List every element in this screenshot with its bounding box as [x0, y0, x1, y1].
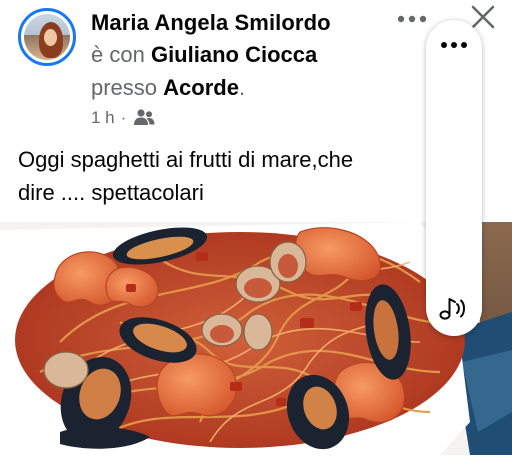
- music-note-sound-icon: [437, 294, 471, 327]
- floating-control-pill: [426, 20, 482, 336]
- location-line: presso Acorde.: [91, 75, 245, 101]
- meta-separator: ·: [120, 108, 127, 127]
- tagged-person-link[interactable]: Giuliano Ciocca: [151, 42, 317, 67]
- post-text: Oggi spaghetti ai frutti di mare,che dir…: [18, 143, 438, 209]
- location-prefix: presso: [91, 75, 158, 100]
- author-avatar[interactable]: [18, 8, 76, 66]
- tagged-with-line: è con Giuliano Ciocca: [91, 42, 317, 68]
- pill-more-button[interactable]: [438, 36, 470, 54]
- more-horiz-icon: [397, 10, 427, 28]
- with-prefix: è con: [91, 42, 145, 67]
- more-horiz-icon: [440, 36, 468, 54]
- bottom-edge: [0, 455, 512, 461]
- post-time[interactable]: 1 h: [91, 108, 115, 128]
- facebook-post: Maria Angela Smilordo è con Giuliano Cio…: [0, 0, 512, 461]
- avatar-photo: [24, 14, 70, 60]
- pill-sound-button[interactable]: [434, 294, 474, 326]
- post-text-line-2: dire .... spettacolari: [18, 180, 204, 205]
- post-meta: 1 h ·: [91, 108, 156, 128]
- author-name[interactable]: Maria Angela Smilordo: [91, 10, 331, 36]
- post-more-button[interactable]: [396, 10, 428, 28]
- friends-icon[interactable]: [132, 108, 156, 128]
- post-text-line-1: Oggi spaghetti ai frutti di mare,che: [18, 147, 354, 172]
- location-link[interactable]: Acorde: [163, 75, 239, 100]
- location-suffix: .: [238, 75, 246, 100]
